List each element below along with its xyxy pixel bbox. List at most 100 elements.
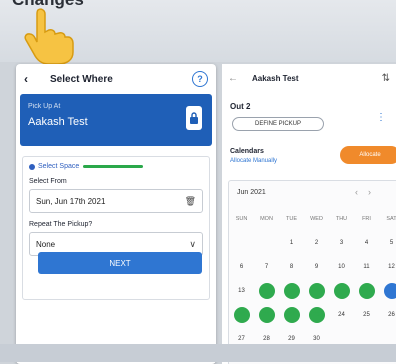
month-nav-arrows[interactable]: ‹› — [355, 187, 381, 197]
help-icon[interactable]: ? — [192, 71, 208, 87]
date-value: Sun, Jun 17th 2021 — [36, 197, 105, 206]
calendar-day[interactable]: 7 — [254, 259, 279, 275]
calendar-label: Calendars — [230, 148, 264, 155]
lock-icon — [186, 106, 202, 130]
calendar-day[interactable]: 24 — [329, 307, 354, 323]
calendar-day[interactable]: 22 — [279, 307, 304, 323]
pickup-form: Select Space Select From Sun, Jun 17th 2… — [22, 156, 210, 300]
calendar-day[interactable]: 4 — [354, 235, 379, 251]
left-panel: ‹ Select Where ? Pick Up At Aakash Test … — [16, 64, 216, 364]
calendar-day[interactable]: 9 — [304, 259, 329, 275]
calendar-day-number: 17 — [334, 283, 350, 299]
calendar-day-number: 24 — [334, 307, 350, 323]
calendar-day-number: 7 — [259, 259, 275, 275]
calendar-day-number: 19 — [384, 283, 396, 299]
calendar-day[interactable]: 26 — [379, 307, 396, 323]
calendar-week-row: 13 14 15 16 17 18 19 — [229, 279, 396, 303]
calendar-day-number: 13 — [234, 283, 250, 299]
chevron-down-icon: ∨ — [189, 239, 196, 250]
calendar-day-number: 26 — [384, 307, 396, 323]
calendar-day-number: 8 — [284, 259, 300, 275]
calendar-empty-cell — [254, 235, 279, 251]
right-panel: ← Aakash Test ⇅ Out 2 DEFINE PICKUP ⋮ Ca… — [222, 64, 396, 364]
calendar-day[interactable]: 12 — [379, 259, 396, 275]
next-button[interactable]: NEXT — [38, 252, 202, 274]
calendar-day-number: 6 — [234, 259, 250, 275]
calendar-day-number: 23 — [309, 307, 325, 323]
calendar: Jun 2021 ‹› SUNMONTUEWEDTHUFRISAT1234567… — [228, 180, 396, 364]
calendar-day-number: 21 — [259, 307, 275, 323]
right-title: Aakash Test — [242, 74, 382, 83]
weekday-label: MON — [254, 216, 279, 222]
calendar-day[interactable]: 15 — [279, 283, 304, 299]
calendar-day[interactable]: 14 — [254, 283, 279, 299]
weekday-label: FRI — [354, 216, 379, 222]
calendar-day-number: 12 — [384, 259, 396, 275]
calendar-day[interactable]: 1 — [279, 235, 304, 251]
weekday-label: SUN — [229, 216, 254, 222]
calendar-day[interactable]: 13 — [229, 283, 254, 299]
calendar-empty-cell — [229, 235, 254, 251]
calendar-day[interactable]: 2 — [304, 235, 329, 251]
calendar-day-number: 10 — [334, 259, 350, 275]
calendar-day[interactable]: 8 — [279, 259, 304, 275]
repeat-value: None — [36, 240, 55, 249]
pointer-hand-icon — [20, 6, 76, 66]
left-title: Select Where — [40, 74, 192, 85]
date-field[interactable]: Sun, Jun 17th 2021 🗑 — [29, 189, 203, 213]
calendar-day-number — [234, 235, 250, 251]
define-pickup-pill[interactable]: DEFINE PICKUP — [232, 117, 324, 131]
calendar-day[interactable]: 3 — [329, 235, 354, 251]
calendar-day[interactable]: 21 — [254, 307, 279, 323]
trash-icon[interactable]: 🗑 — [185, 196, 196, 207]
weekday-label: SAT — [379, 216, 396, 222]
calendar-day-number: 20 — [234, 307, 250, 323]
bottom-bar — [0, 344, 396, 362]
calendar-week-row: 12345 — [229, 231, 396, 255]
calendar-sublabel[interactable]: Allocate Manually — [230, 158, 277, 164]
calendar-day-number: 15 — [284, 283, 300, 299]
card-location-name: Aakash Test — [28, 116, 88, 128]
left-header: ‹ Select Where ? — [16, 64, 216, 94]
progress-bar — [83, 165, 143, 168]
calendar-day[interactable]: 25 — [354, 307, 379, 323]
weekday-label: TUE — [279, 216, 304, 222]
back-arrow-icon[interactable]: ‹ — [24, 72, 40, 86]
select-from-label: Select From — [29, 178, 203, 185]
calendar-day[interactable]: 23 — [304, 307, 329, 323]
calendar-day[interactable]: 18 — [354, 283, 379, 299]
allocate-button[interactable]: Allocate — [340, 146, 396, 164]
repeat-label: Repeat The Pickup? — [29, 221, 203, 228]
weekday-header: SUNMONTUEWEDTHUFRISAT — [229, 207, 396, 231]
more-options-icon[interactable]: ⋮ — [376, 112, 386, 123]
back-arrow-icon[interactable]: ← — [228, 73, 242, 84]
select-space-row[interactable]: Select Space — [29, 163, 203, 170]
pickup-location-card[interactable]: Pick Up At Aakash Test — [20, 94, 212, 146]
calendar-day[interactable]: 6 — [229, 259, 254, 275]
calendar-day-number: 1 — [284, 235, 300, 251]
card-caption: Pick Up At — [28, 103, 60, 110]
calendar-month: Jun 2021 — [237, 189, 266, 196]
calendar-day[interactable]: 10 — [329, 259, 354, 275]
calendar-day-number: 18 — [359, 283, 375, 299]
calendar-day-number: 16 — [309, 283, 325, 299]
out-label: Out 2 — [230, 102, 250, 111]
calendar-day-number: 9 — [309, 259, 325, 275]
toggle-icon[interactable]: ⇅ — [382, 73, 390, 84]
calendar-day-number: 25 — [359, 307, 375, 323]
calendar-day[interactable]: 20 — [229, 307, 254, 323]
calendar-day-number: 14 — [259, 283, 275, 299]
calendar-day-number: 22 — [284, 307, 300, 323]
right-header: ← Aakash Test ⇅ — [222, 64, 396, 92]
calendar-week-row: 6789 1011 12 — [229, 255, 396, 279]
calendar-week-row: 20 21 22 23 24 25 26 — [229, 303, 396, 327]
calendar-day-number: 5 — [384, 235, 396, 251]
calendar-day-number: 3 — [334, 235, 350, 251]
calendar-day[interactable]: 5 — [379, 235, 396, 251]
weekday-label: WED — [304, 216, 329, 222]
calendar-day[interactable]: 19 — [379, 283, 396, 299]
calendar-day[interactable]: 17 — [329, 283, 354, 299]
calendar-day[interactable]: 11 — [354, 259, 379, 275]
select-space-label: Select Space — [38, 163, 79, 170]
calendar-day[interactable]: 16 — [304, 283, 329, 299]
